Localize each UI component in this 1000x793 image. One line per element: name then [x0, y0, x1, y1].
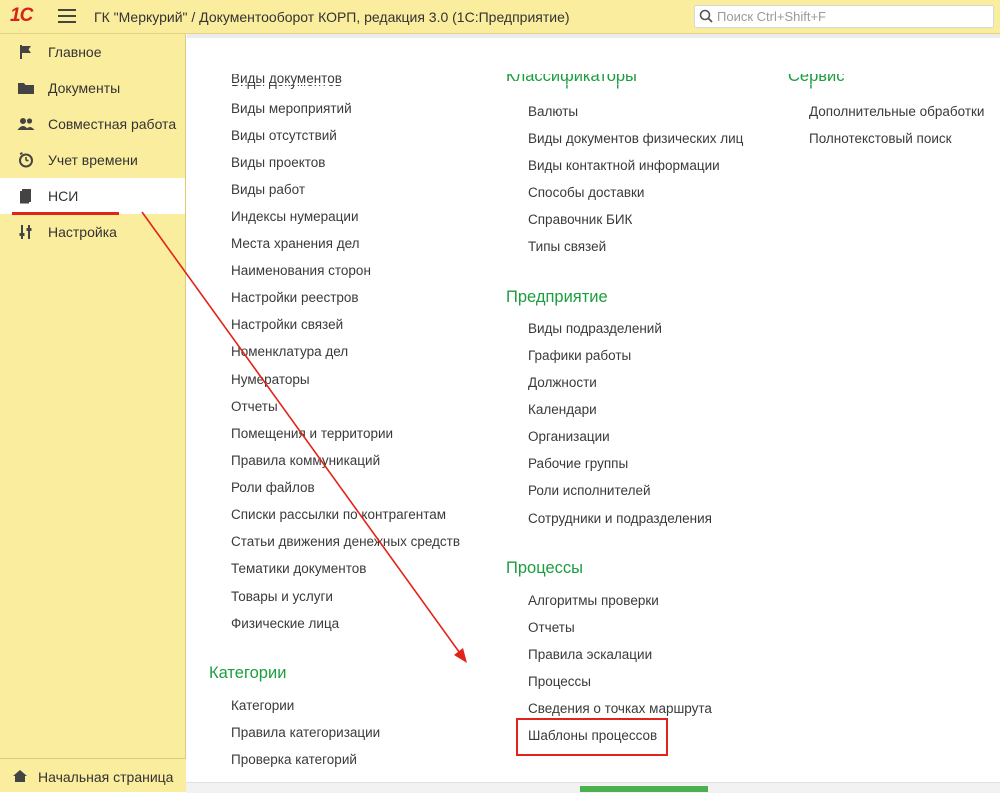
menu-link[interactable]: Сотрудники и подразделения — [528, 511, 712, 527]
menu-link[interactable]: Виды мероприятий — [231, 101, 352, 117]
menu-link[interactable]: Категории — [231, 698, 294, 714]
panel-top-edge — [187, 34, 1000, 38]
menu-link[interactable]: Тематики документов — [231, 561, 366, 577]
menu-link[interactable]: Нумераторы — [231, 372, 310, 388]
window-title: ГК "Меркурий" / Документооборот КОРП, ре… — [94, 9, 570, 25]
search-icon — [699, 9, 713, 23]
menu-link[interactable]: Процессы — [528, 674, 591, 690]
sections-panel: Главное Документы Совместная работа Учет… — [0, 34, 186, 758]
menu-link[interactable]: Типы связей — [528, 239, 606, 255]
scrolled-header-row: Виды документов Классификаторы Сервис — [187, 74, 1000, 86]
section-label: НСИ — [48, 188, 79, 204]
search-input[interactable] — [717, 7, 987, 26]
section-time-tracking[interactable]: Учет времени — [0, 142, 185, 178]
menu-link[interactable]: Справочник БИК — [528, 212, 632, 228]
menu-link[interactable]: Календари — [528, 402, 597, 418]
home-icon — [13, 770, 27, 782]
active-window-indicator[interactable] — [580, 786, 708, 792]
menu-link[interactable]: Настройки реестров — [231, 290, 359, 306]
group-title-classifiers-clipped: Классификаторы — [506, 74, 637, 85]
section-label: Настройка — [48, 224, 117, 240]
section-nsi[interactable]: НСИ — [0, 178, 185, 215]
menu-icon-line — [58, 15, 76, 17]
menu-link[interactable]: Виды документов физических лиц — [528, 131, 743, 147]
menu-link[interactable]: Роли исполнителей — [528, 483, 651, 499]
menu-link[interactable]: Помещения и территории — [231, 426, 393, 442]
section-main[interactable]: Главное — [0, 34, 185, 70]
section-label: Документы — [48, 80, 121, 96]
menu-link[interactable]: Отчеты — [528, 620, 575, 636]
menu-link[interactable]: Виды работ — [231, 182, 305, 198]
menu-link[interactable]: Места хранения дел — [231, 236, 360, 252]
menu-link[interactable]: Виды подразделений — [528, 321, 662, 337]
menu-link[interactable]: Настройки связей — [231, 317, 343, 333]
home-page-button[interactable]: Начальная страница — [0, 758, 186, 792]
menu-link[interactable]: Индексы нумерации — [231, 209, 358, 225]
flag-icon — [20, 45, 31, 59]
function-panel: Виды документов Виды мероприятий Виды от… — [186, 34, 1000, 782]
menu-link[interactable]: Сведения о точках маршрута — [528, 701, 712, 717]
section-collaboration[interactable]: Совместная работа — [0, 106, 185, 142]
menu-link[interactable]: Списки рассылки по контрагентам — [231, 507, 446, 523]
menu-link[interactable]: Способы доставки — [528, 185, 644, 201]
book-icon — [20, 189, 31, 204]
menu-link[interactable]: Валюты — [528, 104, 578, 120]
section-label: Совместная работа — [48, 116, 177, 132]
global-search[interactable] — [694, 5, 994, 28]
menu-link[interactable]: Правила эскалации — [528, 647, 652, 663]
menu-link[interactable]: Физические лица — [231, 616, 339, 632]
menu-link[interactable]: Роли файлов — [231, 480, 315, 496]
menu-link[interactable]: Виды проектов — [231, 155, 325, 171]
menu-link[interactable]: Виды контактной информации — [528, 158, 720, 174]
menu-link[interactable]: Полнотекстовый поиск — [809, 131, 952, 147]
section-label: Учет времени — [48, 152, 138, 168]
top-bar: 1С ГК "Меркурий" / Документооборот КОРП,… — [0, 0, 1000, 34]
clock-icon — [19, 152, 33, 168]
users-icon — [17, 118, 35, 130]
menu-link[interactable]: Проверка категорий — [231, 752, 357, 768]
menu-link[interactable]: Отчеты — [231, 399, 278, 415]
menu-link[interactable]: Алгоритмы проверки — [528, 593, 659, 609]
menu-link[interactable]: Рабочие группы — [528, 456, 628, 472]
sliders-icon — [19, 225, 32, 239]
menu-link[interactable]: Статьи движения денежных средств — [231, 534, 460, 550]
menu-link[interactable]: Дополнительные обработки — [809, 104, 984, 120]
menu-link[interactable]: Графики работы — [528, 348, 631, 364]
menu-link[interactable]: Виды отсутствий — [231, 128, 337, 144]
app-logo: 1С — [10, 5, 33, 26]
menu-icon-line — [58, 21, 76, 23]
menu-link[interactable]: Товары и услуги — [231, 589, 333, 605]
menu-link[interactable]: Должности — [528, 375, 597, 391]
folder-icon — [18, 83, 34, 94]
menu-link[interactable]: Правила коммуникаций — [231, 453, 380, 469]
clipped-link[interactable]: Виды документов — [231, 74, 342, 86]
group-title-processes: Процессы — [506, 559, 584, 577]
section-settings[interactable]: Настройка — [0, 214, 185, 250]
menu-link[interactable]: Правила категоризации — [231, 725, 380, 741]
group-title-service-clipped: Сервис — [788, 74, 845, 85]
group-title-enterprise: Предприятие — [506, 288, 608, 306]
menu-link[interactable]: Номенклатура дел — [231, 344, 348, 360]
menu-icon — [58, 9, 76, 11]
section-label: Главное — [48, 44, 102, 60]
section-documents[interactable]: Документы — [0, 70, 185, 106]
home-page-label: Начальная страница — [38, 769, 174, 785]
menu-link[interactable]: Организации — [528, 429, 610, 445]
menu-link-process-templates[interactable]: Шаблоны процессов — [528, 728, 657, 744]
menu-link[interactable]: Наименования сторон — [231, 263, 371, 279]
main-menu-button[interactable] — [58, 9, 76, 25]
group-title-categories: Категории — [209, 664, 287, 682]
